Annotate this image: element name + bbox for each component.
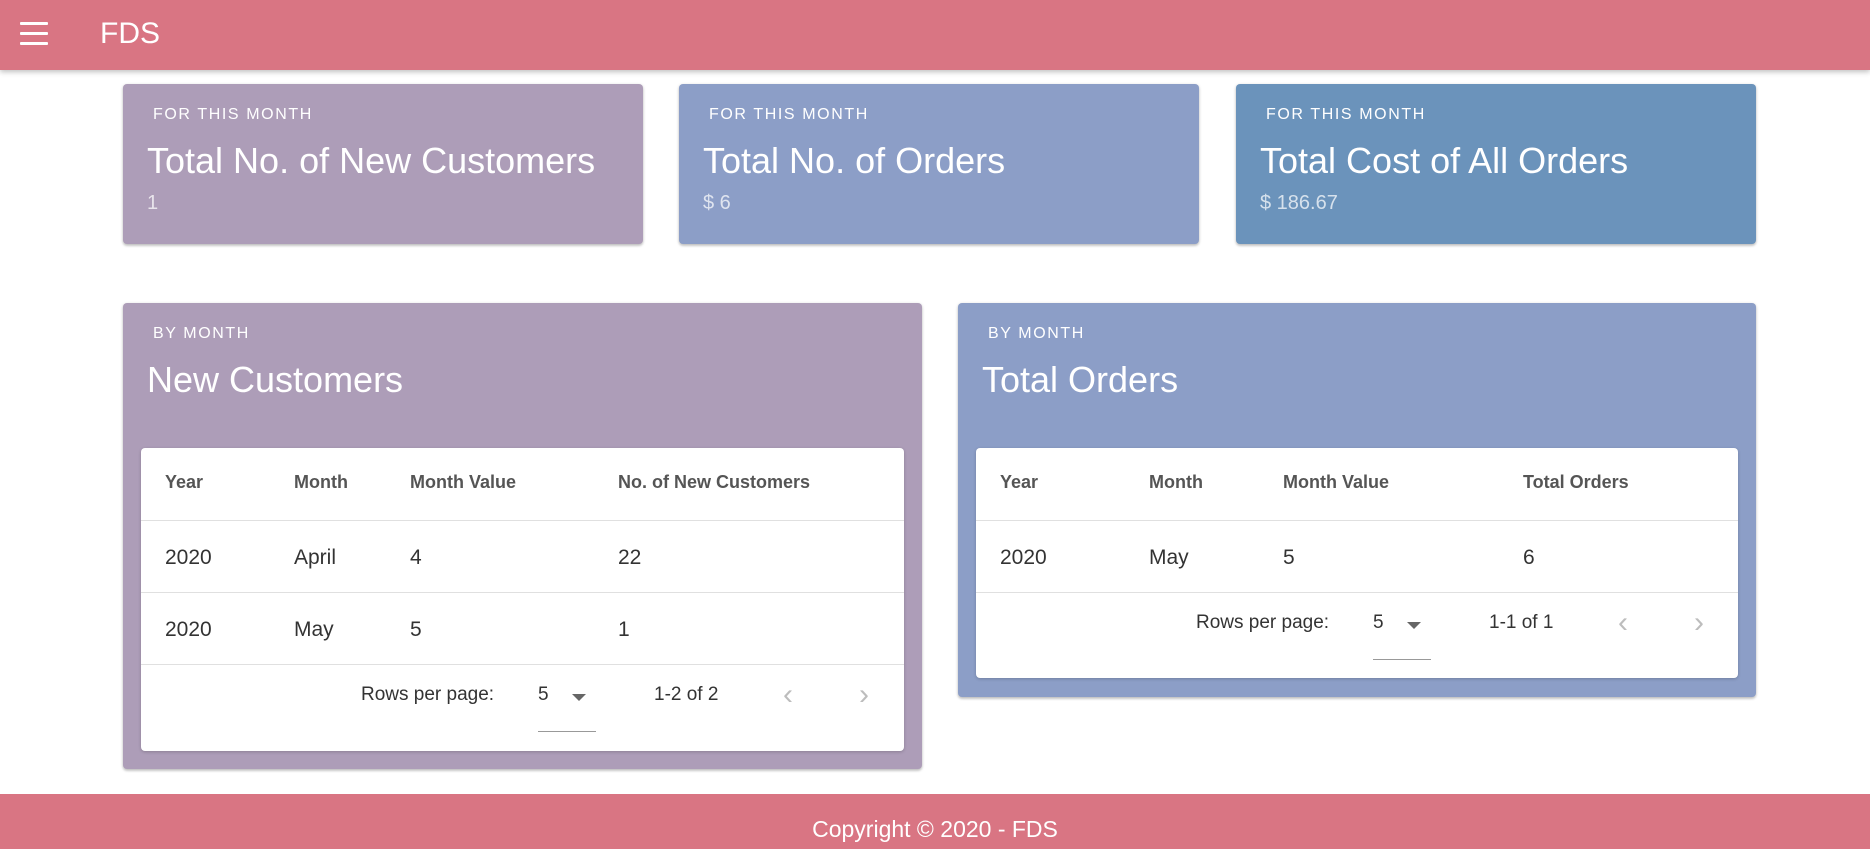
table-row: 2020 May 5 6 <box>976 521 1738 593</box>
card-title: New Customers <box>147 359 404 400</box>
card-value: 1 <box>147 192 159 214</box>
total-orders-card: BY MONTH Total Orders Year Month Month V… <box>958 303 1756 697</box>
cell-year: 2020 <box>1000 546 1047 569</box>
app-title: FDS <box>100 17 160 50</box>
cell-new-customers: 1 <box>618 618 630 641</box>
next-page-icon[interactable]: › <box>1679 603 1719 643</box>
new-customers-card: BY MONTH New Customers Year Month Month … <box>123 303 922 769</box>
cell-month: May <box>1149 546 1189 569</box>
rows-per-page-value: 5 <box>1373 612 1384 633</box>
card-overline: FOR THIS MONTH <box>709 106 869 123</box>
table-pagination: Rows per page: 5 1-1 of 1 ‹ › <box>976 593 1738 678</box>
table-header-row: Year Month Month Value Total Orders <box>976 448 1738 521</box>
new-customers-table: Year Month Month Value No. of New Custom… <box>141 448 904 751</box>
cell-new-customers: 22 <box>618 546 642 569</box>
summary-card-total-cost: FOR THIS MONTH Total Cost of All Orders … <box>1236 84 1756 244</box>
card-overline: FOR THIS MONTH <box>1266 106 1426 123</box>
cell-year: 2020 <box>165 546 212 569</box>
summary-card-new-customers: FOR THIS MONTH Total No. of New Customer… <box>123 84 643 244</box>
column-header-total-orders[interactable]: Total Orders <box>1523 472 1629 493</box>
card-overline: FOR THIS MONTH <box>153 106 313 123</box>
rows-per-page-label: Rows per page: <box>361 684 495 705</box>
rows-per-page-label: Rows per page: <box>1196 612 1330 633</box>
table-pagination: Rows per page: 5 1-2 of 2 ‹ › <box>141 665 904 751</box>
rows-per-page-select[interactable]: 5 <box>1373 593 1431 660</box>
cell-month: April <box>294 546 337 569</box>
card-title: Total Cost of All Orders <box>1260 140 1629 181</box>
card-overline: BY MONTH <box>988 325 1085 342</box>
pagination-range: 1-2 of 2 <box>654 684 719 705</box>
card-title: Total No. of Orders <box>703 140 1006 181</box>
card-value: $ 186.67 <box>1260 192 1338 214</box>
card-title: Total Orders <box>982 359 1179 400</box>
hamburger-menu-icon[interactable] <box>20 22 48 46</box>
app-bar: FDS <box>0 0 1870 70</box>
cell-month-value: 5 <box>1283 546 1295 569</box>
column-header-month-value[interactable]: Month Value <box>1283 472 1389 493</box>
card-value: $ 6 <box>703 192 731 214</box>
dropdown-arrow-icon <box>1407 622 1421 629</box>
card-overline: BY MONTH <box>153 325 250 342</box>
cell-year: 2020 <box>165 618 212 641</box>
dropdown-arrow-icon <box>572 694 586 701</box>
cell-month: May <box>294 618 334 641</box>
total-orders-table: Year Month Month Value Total Orders 2020… <box>976 448 1738 678</box>
table-row: 2020 April 4 22 <box>141 521 904 593</box>
rows-per-page-value: 5 <box>538 684 549 705</box>
column-header-new-customers[interactable]: No. of New Customers <box>618 472 810 493</box>
cell-month-value: 4 <box>410 546 422 569</box>
previous-page-icon[interactable]: ‹ <box>1603 603 1643 643</box>
card-title: Total No. of New Customers <box>147 140 596 181</box>
footer: Copyright © 2020 - FDS <box>0 794 1870 849</box>
previous-page-icon[interactable]: ‹ <box>768 675 808 715</box>
column-header-month[interactable]: Month <box>294 472 348 493</box>
summary-card-orders: FOR THIS MONTH Total No. of Orders $ 6 <box>679 84 1199 244</box>
copyright-text: Copyright © 2020 - FDS <box>812 816 1058 842</box>
cell-total-orders: 6 <box>1523 546 1535 569</box>
next-page-icon[interactable]: › <box>844 675 884 715</box>
table-header-row: Year Month Month Value No. of New Custom… <box>141 448 904 521</box>
rows-per-page-select[interactable]: 5 <box>538 665 596 732</box>
column-header-year[interactable]: Year <box>1000 472 1038 493</box>
pagination-range: 1-1 of 1 <box>1489 612 1554 633</box>
column-header-month[interactable]: Month <box>1149 472 1203 493</box>
column-header-year[interactable]: Year <box>165 472 203 493</box>
cell-month-value: 5 <box>410 618 422 641</box>
column-header-month-value[interactable]: Month Value <box>410 472 516 493</box>
table-row: 2020 May 5 1 <box>141 593 904 665</box>
